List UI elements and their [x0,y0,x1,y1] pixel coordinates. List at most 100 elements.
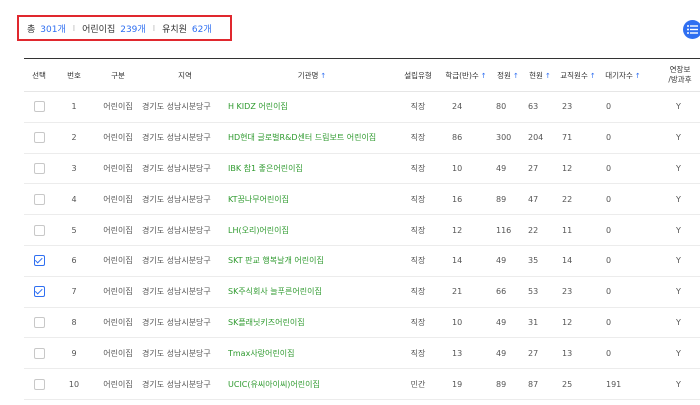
cell-name[interactable]: Tmax사랑어린이집 [228,338,396,369]
row-select-checkbox[interactable] [33,347,45,359]
cell-name[interactable]: SKT 판교 행복날개 어린이집 [228,245,396,276]
cell-name[interactable]: KT꿈나무어린이집 [228,184,396,215]
table-row[interactable]: 2 어린이집 경기도 성남시분당구 HD현대 글로벌R&D센터 드림보트 어린이집 직장… [24,122,700,154]
cell-type: 어린이집 [103,317,133,327]
row-select-checkbox[interactable] [33,193,45,205]
table-row[interactable]: 4 어린이집 경기도 성남시분당구 KT꿈나무어린이집 직장 16 89 47 22 0 Y [24,184,700,215]
cell-staff: 22 [562,194,573,204]
list-menu-button[interactable] [683,20,700,39]
cell-classes: 12 [452,225,463,235]
cell-no: 4 [71,194,77,204]
cell-name[interactable]: IBK 참1 좋은어린이집 [228,153,396,184]
cell-type: 어린이집 [103,133,133,143]
table-row[interactable]: 1 어린이집 경기도 성남시분당구 H KIDZ 어린이집 직장 24 80 63 23 0 Y [24,92,700,123]
cell-staff: 11 [562,225,573,235]
col-header-classes[interactable]: 학급(반)수 ↑ [440,59,492,92]
sort-arrow-icon[interactable]: ↑ [635,72,641,80]
cell-classes: 10 [452,163,463,173]
sort-arrow-icon[interactable]: ↑ [320,72,326,80]
col-header-extended-line2: /방과후 [668,75,692,84]
table-row[interactable]: 3 어린이집 경기도 성남시분당구 IBK 참1 좋은어린이집 직장 10 49 27 12 0 Y [24,153,700,184]
cell-region: 경기도 성남시분당구 [142,163,211,173]
cell-current: 27 [528,163,539,173]
cell-waiting: 0 [606,256,612,266]
cell-classes: 16 [452,194,463,204]
cell-staff: 23 [562,102,573,112]
cell-extended: Y [676,348,681,358]
row-select-checkbox[interactable] [33,286,45,298]
col-header-waiting[interactable]: 대기자수 ↑ [600,59,646,92]
cell-name[interactable]: UCIC(유씨아이씨)어린이집 [228,369,396,400]
cell-staff: 12 [562,317,573,327]
cell-current: 35 [528,256,539,266]
cell-capacity: 89 [496,194,507,204]
col-header-staff[interactable]: 교직원수 ↑ [556,59,600,92]
cell-staff: 14 [562,256,573,266]
row-select-cell [24,153,54,184]
cell-extended: Y [676,256,681,266]
cell-waiting: 0 [606,194,612,204]
sort-arrow-icon[interactable]: ↑ [481,72,487,80]
row-select-checkbox[interactable] [33,316,45,328]
cell-no: 2 [71,133,77,143]
col-header-capacity[interactable]: 정원 ↑ [492,59,524,92]
cell-extended: Y [676,287,681,297]
cell-no: 8 [71,317,77,327]
cell-classes: 13 [452,348,463,358]
table-row[interactable]: 9 어린이집 경기도 성남시분당구 Tmax사랑어린이집 직장 13 49 27 13 0 Y [24,338,700,369]
cell-name[interactable]: HD현대 글로벌R&D센터 드림보트 어린이집 [228,122,396,153]
sort-arrow-icon[interactable]: ↑ [545,72,551,80]
row-select-checkbox[interactable] [33,378,45,390]
cell-name[interactable]: SK주식회사 늘푸른어린이집 [228,276,396,307]
table-row[interactable]: 10 어린이집 경기도 성남시분당구 UCIC(유씨아이씨)어린이집 민간 19 89 87 2… [24,369,700,400]
cell-classes: 24 [452,102,463,112]
cell-type: 어린이집 [103,163,133,173]
cell-waiting: 191 [606,379,622,389]
col-header-est: 설립유형 [404,70,432,80]
cell-name[interactable]: H KIDZ 어린이집 [228,92,396,123]
row-select-checkbox[interactable] [33,255,45,267]
cell-capacity: 49 [496,317,507,327]
table-row[interactable]: 7 어린이집 경기도 성남시분당구 SK주식회사 늘푸른어린이집 직장 21 66 53 23 0… [24,276,700,308]
cell-name[interactable]: SK플래닛키즈어린이집 [228,307,396,338]
result-summary: 총 301개 I 어린이집 239개 I 유치원 62개 [17,15,232,41]
cell-extended: Y [676,317,681,327]
row-select-checkbox[interactable] [33,162,45,174]
col-header-extended-line1: 연장보 [669,65,691,74]
sort-arrow-icon[interactable]: ↑ [513,72,519,80]
cell-current: 47 [528,194,539,204]
cell-staff: 25 [562,379,573,389]
cell-waiting: 0 [606,348,612,358]
table-row[interactable]: 8 어린이집 경기도 성남시분당구 SK플래닛키즈어린이집 직장 10 49 31 12 0 Y [24,307,700,338]
row-select-checkbox[interactable] [33,101,45,113]
row-select-cell [24,276,54,307]
sort-arrow-icon[interactable]: ↑ [590,72,596,80]
cell-current: 204 [528,133,544,143]
cell-classes: 10 [452,317,463,327]
cell-type: 어린이집 [103,256,133,266]
cell-no: 5 [71,225,77,235]
table-row[interactable]: 5 어린이집 경기도 성남시분당구 LH(오리)어린이집 직장 12 116 22 11 0 Y [24,215,700,246]
cell-current: 22 [528,225,539,235]
cell-no: 9 [71,348,77,358]
cell-waiting: 0 [606,225,612,235]
cell-name[interactable]: LH(오리)어린이집 [228,215,396,246]
cell-current: 63 [528,102,539,112]
row-select-checkbox[interactable] [33,224,45,236]
cell-type: 어린이집 [103,194,133,204]
cell-staff: 23 [562,287,573,297]
col-header-no: 번호 [67,70,81,80]
cell-est: 직장 [410,225,426,235]
row-select-checkbox[interactable] [33,132,45,144]
cell-classes: 21 [452,287,463,297]
cell-type: 어린이집 [103,102,133,112]
col-header-current[interactable]: 현원 ↑ [524,59,556,92]
col-header-name[interactable]: 기관명 ↑ [228,59,396,92]
col-header-region: 지역 [178,70,192,80]
row-select-cell [24,92,54,123]
row-select-cell [24,122,54,153]
table-row[interactable]: 6 어린이집 경기도 성남시분당구 SKT 판교 행복날개 어린이집 직장 14 49 35 1… [24,245,700,277]
cell-type: 어린이집 [103,287,133,297]
cell-classes: 19 [452,379,463,389]
cell-current: 31 [528,317,539,327]
